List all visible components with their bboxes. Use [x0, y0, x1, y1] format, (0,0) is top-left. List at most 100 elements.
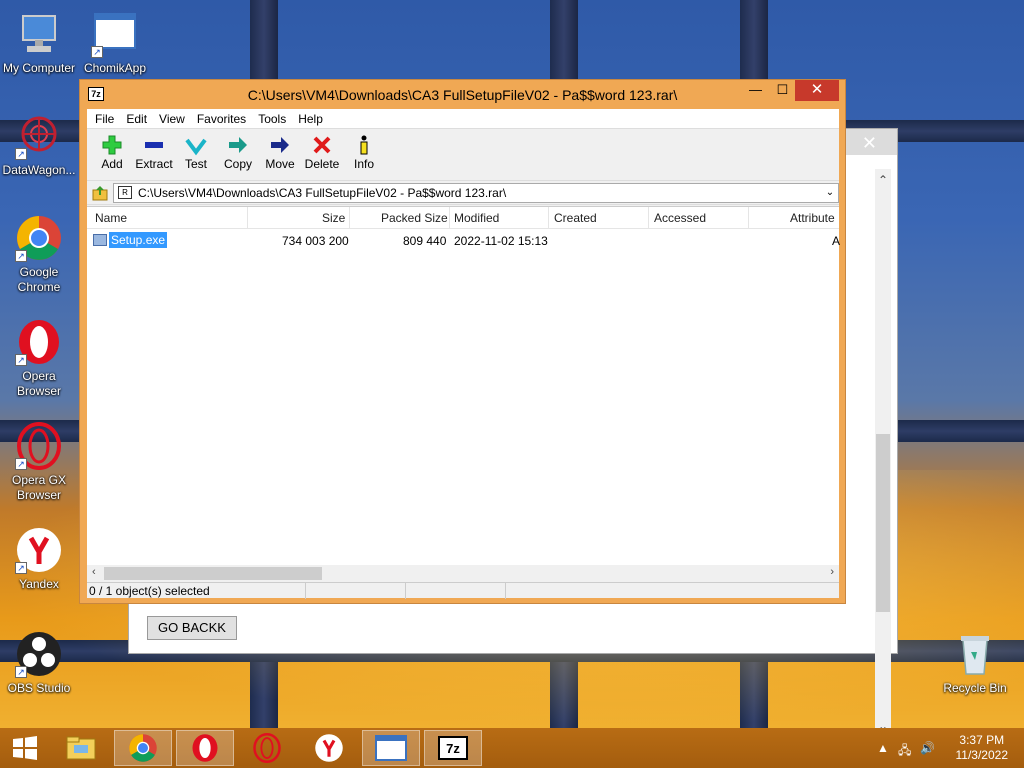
table-row[interactable]: Setup.exe 734 003 200 809 440 2022-11-02… — [87, 231, 840, 251]
column-divider[interactable] — [548, 207, 549, 229]
file-list[interactable]: Name Size Packed Size Modified Created A… — [87, 206, 840, 582]
delete-button[interactable]: Delete — [301, 133, 343, 171]
network-icon[interactable]: 🖧 — [898, 741, 911, 762]
desktop-icon-recycle-bin[interactable]: Recycle Bin — [936, 630, 1014, 696]
column-divider[interactable] — [349, 207, 350, 229]
taskbar-opera[interactable] — [176, 730, 234, 766]
desktop-icon-opera-gx[interactable]: ↗ Opera GX Browser — [0, 422, 78, 503]
obs-icon: ↗ — [15, 630, 63, 678]
7zip-window: 7z C:\Users\VM4\Downloads\CA3 FullSetupF… — [79, 79, 846, 604]
menu-bar: File Edit View Favorites Tools Help — [87, 109, 839, 129]
add-button[interactable]: Add — [91, 133, 133, 171]
column-divider[interactable] — [648, 207, 649, 229]
copy-button[interactable]: Copy — [217, 133, 259, 171]
window-title: C:\Users\VM4\Downloads\CA3 FullSetupFile… — [247, 87, 678, 103]
recycle-bin-icon — [951, 630, 999, 678]
status-divider — [405, 583, 406, 599]
toolbar: Add Extract Test Copy Move Delete Info — [87, 129, 839, 181]
address-combobox[interactable]: R C:\Users\VM4\Downloads\CA3 FullSetupFi… — [113, 182, 839, 203]
desktop-icon-obs-studio[interactable]: ↗ OBS Studio — [0, 630, 78, 696]
column-header-modified[interactable]: Modified — [454, 211, 499, 225]
shortcut-arrow-icon: ↗ — [15, 148, 27, 160]
vertical-scrollbar[interactable]: ⌃ ⌄ — [875, 169, 891, 728]
desktop-icon-datawagon[interactable]: ↗ DataWagon... — [0, 112, 78, 178]
close-icon[interactable]: ✕ — [862, 133, 877, 154]
scrollbar-thumb[interactable] — [104, 567, 322, 580]
column-header-accessed[interactable]: Accessed — [654, 211, 706, 225]
column-header-packed-size[interactable]: Packed Size — [381, 211, 448, 225]
copy-label: Copy — [223, 157, 252, 171]
column-header-size[interactable]: Size — [322, 211, 345, 225]
column-divider[interactable] — [247, 207, 248, 229]
scrollbar-thumb[interactable] — [876, 434, 890, 612]
up-folder-button[interactable] — [87, 182, 113, 204]
desktop: My Computer ↗ ChomikApp ↗ DataWagon... ↗… — [0, 0, 1024, 728]
windows-logo-icon — [13, 736, 37, 760]
column-header-attributes[interactable]: Attribute — [790, 211, 835, 225]
taskbar-window[interactable] — [362, 730, 420, 766]
archive-icon: R — [118, 186, 132, 199]
desktop-icon-label: Google Chrome — [17, 265, 61, 294]
column-header-created[interactable]: Created — [554, 211, 597, 225]
menu-help[interactable]: Help — [292, 112, 329, 126]
menu-edit[interactable]: Edit — [120, 112, 153, 126]
copy-icon — [217, 133, 259, 157]
column-divider[interactable] — [449, 207, 450, 229]
start-button[interactable] — [0, 730, 50, 766]
file-name-cell[interactable]: Setup.exe — [93, 232, 168, 248]
file-name: Setup.exe — [109, 232, 168, 248]
menu-tools[interactable]: Tools — [252, 112, 292, 126]
desktop-icon-opera[interactable]: ↗ Opera Browser — [0, 318, 78, 399]
desktop-icon-label: Opera Browser — [16, 369, 61, 398]
chevron-right-icon[interactable]: › — [830, 566, 834, 578]
test-button[interactable]: Test — [175, 133, 217, 171]
desktop-icon-google-chrome[interactable]: ↗ Google Chrome — [0, 214, 78, 295]
chevron-down-icon[interactable]: ⌄ — [822, 187, 838, 198]
info-label: Info — [353, 157, 374, 171]
add-label: Add — [101, 157, 123, 171]
yandex-icon: ↗ — [15, 526, 63, 574]
taskbar-chrome[interactable] — [114, 730, 172, 766]
list-header: Name Size Packed Size Modified Created A… — [87, 207, 839, 229]
address-bar: R C:\Users\VM4\Downloads\CA3 FullSetupFi… — [87, 181, 839, 205]
taskbar-file-explorer[interactable] — [52, 730, 110, 766]
info-button[interactable]: Info — [343, 133, 385, 171]
delete-icon — [301, 133, 343, 157]
chevron-up-icon[interactable]: ⌃ — [875, 173, 891, 189]
column-header-name[interactable]: Name — [95, 211, 127, 225]
column-divider[interactable] — [748, 207, 749, 229]
status-divider — [305, 583, 306, 599]
shortcut-arrow-icon: ↗ — [15, 354, 27, 366]
delete-label: Delete — [304, 157, 340, 171]
move-button[interactable]: Move — [259, 133, 301, 171]
chevron-up-icon[interactable]: ▲ — [877, 741, 889, 755]
desktop-icon-my-computer[interactable]: My Computer — [0, 10, 78, 76]
window-titlebar[interactable]: 7z C:\Users\VM4\Downloads\CA3 FullSetupF… — [80, 80, 845, 108]
shortcut-arrow-icon: ↗ — [15, 562, 27, 574]
taskbar-yandex[interactable] — [300, 730, 358, 766]
taskbar-opera-gx[interactable] — [238, 730, 296, 766]
chevron-down-icon[interactable]: ⌄ — [875, 719, 891, 728]
extract-button[interactable]: Extract — [133, 133, 175, 171]
desktop-icon-chomikapp[interactable]: ↗ ChomikApp — [76, 10, 154, 76]
clock-time: 3:37 PM — [959, 733, 1005, 747]
maximize-button[interactable]: ☐ — [769, 80, 796, 101]
taskbar-7zip[interactable]: 7z — [424, 730, 482, 766]
desktop-icon-yandex[interactable]: ↗ Yandex — [0, 526, 78, 592]
opera-gx-icon: ↗ — [15, 422, 63, 470]
chevron-left-icon[interactable]: ‹ — [92, 566, 96, 578]
menu-view[interactable]: View — [153, 112, 191, 126]
go-back-button[interactable]: GO BACKK — [147, 616, 237, 640]
7zip-app-icon: 7z — [438, 736, 468, 760]
menu-file[interactable]: File — [89, 112, 120, 126]
address-path[interactable]: C:\Users\VM4\Downloads\CA3 FullSetupFile… — [138, 186, 822, 200]
window-icon: ↗ — [91, 10, 139, 58]
volume-icon[interactable]: 🔊 — [920, 741, 935, 755]
menu-favorites[interactable]: Favorites — [191, 112, 252, 126]
minimize-button[interactable]: — — [742, 80, 769, 101]
move-label: Move — [265, 157, 295, 171]
opera-icon: ↗ — [15, 318, 63, 366]
horizontal-scrollbar[interactable]: ‹ › — [87, 565, 839, 582]
taskbar-clock[interactable]: 3:37 PM 11/3/2022 — [956, 733, 1009, 763]
close-button[interactable]: ✕ — [795, 80, 839, 101]
